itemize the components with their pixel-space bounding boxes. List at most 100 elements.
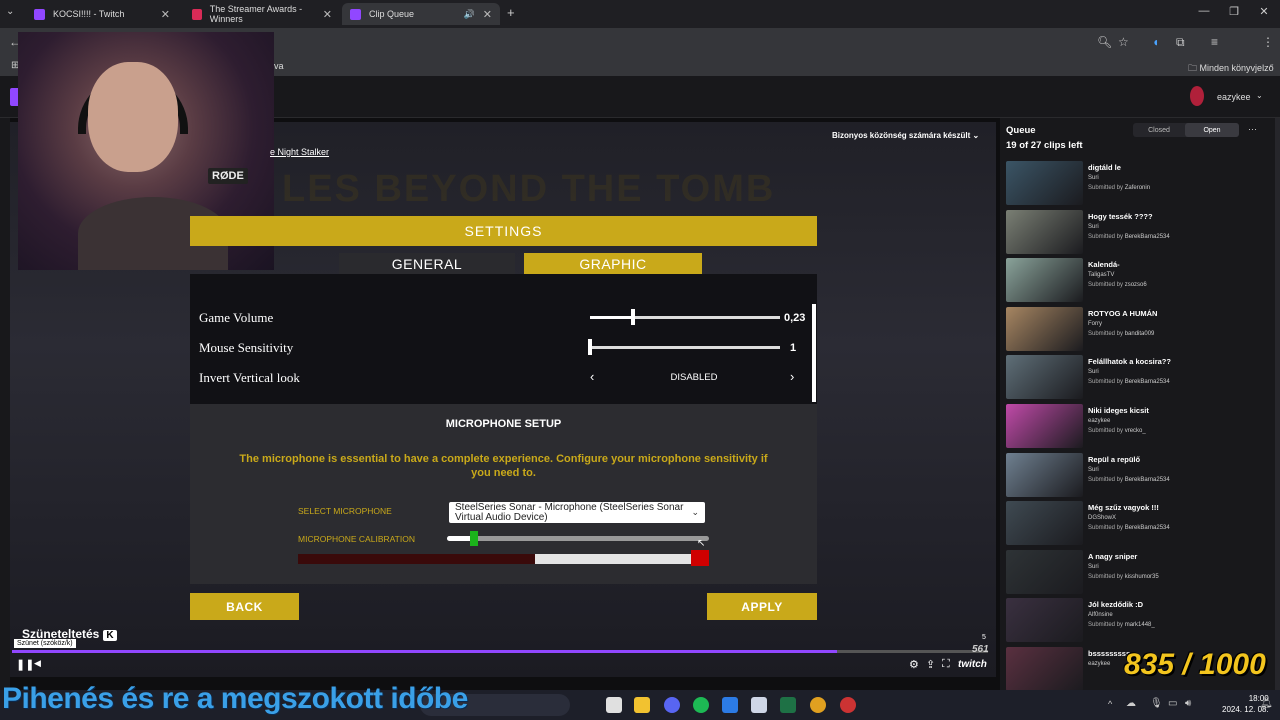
clip-thumbnail[interactable] — [1006, 210, 1083, 254]
queue-item[interactable]: Még szűz vagyok !!! DGShowX Submitted by B… — [1006, 501, 1274, 546]
clip-thumbnail[interactable] — [1006, 355, 1083, 399]
mic-calibration-slider[interactable] — [447, 536, 709, 541]
queue-item[interactable]: A nagy sniper Suri Submitted by kisshumor3… — [1006, 550, 1274, 595]
app-icon[interactable] — [722, 697, 738, 713]
clip-author: TaligasTV — [1088, 272, 1115, 278]
chevron-left-icon[interactable]: ‹ — [590, 369, 594, 384]
chevron-right-icon[interactable]: › — [790, 369, 794, 384]
discord-icon[interactable] — [664, 697, 680, 713]
speaker-icon[interactable]: 🔊 — [464, 9, 475, 20]
mic-calibration-knob[interactable] — [470, 531, 478, 546]
star-icon[interactable]: ☆ — [1118, 35, 1129, 49]
fullscreen-icon[interactable]: ⛶ — [942, 658, 950, 671]
video-title-link[interactable]: e Night Stalker — [270, 147, 329, 157]
clip-submitter: Submitted by Zaferonin — [1088, 185, 1150, 191]
apply-button[interactable]: APPLY — [707, 593, 817, 620]
game-volume-knob[interactable] — [631, 309, 635, 325]
bookmark-item[interactable]: va — [274, 61, 284, 71]
extensions-puzzle-icon[interactable]: ⧉ — [1176, 35, 1185, 50]
audience-text: Bizonyos közönség számára készült — [832, 131, 971, 140]
share-icon[interactable]: ⇪ — [926, 658, 935, 671]
clip-submitter: Submitted by BerekBarna2534 — [1088, 477, 1170, 483]
queue-open-button[interactable]: Open — [1185, 123, 1239, 137]
pause-icon[interactable]: ❚❚ — [16, 658, 34, 671]
queue-item[interactable]: digtáld le Suri Submitted by Zaferonin — [1006, 161, 1274, 206]
speaker-icon[interactable]: 🔊︎ — [1185, 698, 1191, 709]
media-icon[interactable]: ≡ — [1211, 35, 1218, 49]
clips-left: 19 of 27 clips left — [1006, 140, 1083, 151]
app-icon-2[interactable] — [751, 697, 767, 713]
tab-kocsi[interactable]: KOCSI!!!! - Twitch ✕ — [26, 3, 178, 25]
minimize-icon[interactable]: — — [1194, 5, 1214, 17]
queue-item[interactable]: Hogy tessék ???? Suri Submitted by BerekBa… — [1006, 210, 1274, 255]
submitted-by-label: Submitted by — [1088, 525, 1124, 531]
clip-thumbnail[interactable] — [1006, 404, 1083, 448]
submitter-name: zsozso6 — [1124, 282, 1147, 288]
queue-closed-button[interactable]: Closed — [1133, 123, 1185, 137]
clip-submitter: Submitted by BerekBarna2534 — [1088, 234, 1170, 240]
queue-item[interactable]: Felállhatok a kocsira?? Suri Submitted by … — [1006, 355, 1274, 400]
extension-icon[interactable]: ◖ — [1152, 35, 1159, 49]
chevron-down-icon[interactable]: ⌄ — [1256, 91, 1263, 100]
notification-icon[interactable]: 🔔︎ — [1260, 698, 1273, 709]
close-tab-icon[interactable]: ✕ — [483, 8, 492, 21]
clip-author: DGShowX — [1088, 515, 1117, 521]
settings-gear-icon[interactable]: ⚙ — [909, 658, 919, 671]
excel-icon[interactable] — [780, 697, 796, 713]
queue-item[interactable]: Kalendá- TaligasTV Submitted by zsozso6 — [1006, 258, 1274, 303]
onedrive-icon[interactable]: ☁ — [1126, 698, 1136, 709]
clip-thumbnail[interactable] — [1006, 453, 1083, 497]
volume-icon[interactable]: ◀ — [34, 658, 41, 669]
close-tab-icon[interactable]: ✕ — [323, 8, 332, 21]
bookmarks-folder-label: Minden könyvjelző — [1199, 63, 1274, 73]
menu-kebab-icon[interactable]: ⋮ — [1262, 35, 1274, 49]
clip-thumbnail[interactable] — [1006, 598, 1083, 642]
task-view-icon[interactable] — [606, 697, 622, 713]
settings-header: SETTINGS — [190, 216, 817, 246]
tab-streamer-awards[interactable]: The Streamer Awards - Winners ✕ — [184, 3, 340, 25]
close-window-icon[interactable]: ✕ — [1254, 5, 1274, 18]
close-tab-icon[interactable]: ✕ — [161, 8, 170, 21]
viewer-count: 561 — [972, 644, 989, 655]
submitted-by-label: Submitted by — [1088, 379, 1124, 385]
more-icon[interactable]: ⋯ — [1248, 124, 1257, 135]
tab-clip-queue[interactable]: Clip Queue 🔊 ✕ — [342, 3, 500, 25]
file-explorer-icon[interactable] — [634, 697, 650, 713]
zoom-icon[interactable]: 🔍︎ — [1097, 35, 1112, 49]
restore-icon[interactable]: ❐ — [1224, 5, 1244, 18]
clip-thumbnail[interactable] — [1006, 647, 1083, 691]
clip-thumbnail[interactable] — [1006, 161, 1083, 205]
tab-title: Clip Queue — [369, 9, 415, 19]
new-tab-icon[interactable]: + — [507, 5, 515, 20]
clip-submitter: Submitted by zsozso6 — [1088, 282, 1147, 288]
queue-item[interactable]: Repül a repülő Suri Submitted by BerekBarn… — [1006, 453, 1274, 498]
clip-thumbnail[interactable] — [1006, 550, 1083, 594]
queue-item[interactable]: ROTYOG A HUMÁN Forry Submitted by bandita0… — [1006, 307, 1274, 352]
tab-search-icon[interactable]: ⌄ — [6, 6, 14, 17]
queue-scrollbar[interactable] — [1275, 118, 1280, 690]
back-button[interactable]: BACK — [190, 593, 299, 620]
network-icon[interactable]: ▭ — [1168, 698, 1177, 709]
tab-general[interactable]: GENERAL — [339, 253, 515, 274]
queue-item[interactable]: Jól kezdődik :D Alf0nsine Submitted by mar… — [1006, 598, 1274, 643]
pause-tooltip: Szünet (szóköz/k) — [14, 639, 76, 648]
mouse-sensitivity-knob[interactable] — [588, 339, 592, 355]
microphone-select[interactable]: SteelSeries Sonar - Microphone (SteelSer… — [449, 502, 705, 523]
tab-graphic[interactable]: GRAPHIC — [524, 253, 702, 274]
settings-scrollbar[interactable] — [812, 304, 816, 402]
spotify-icon[interactable] — [693, 697, 709, 713]
queue-item[interactable]: Niki ideges kicsit eazykee Submitted by vr… — [1006, 404, 1274, 449]
clip-thumbnail[interactable] — [1006, 501, 1083, 545]
user-avatar[interactable] — [1190, 86, 1204, 106]
chrome-icon[interactable] — [810, 697, 826, 713]
mic-setup-description: The microphone is essential to have a co… — [239, 453, 768, 479]
microphone-icon[interactable]: 🎙︎ — [1150, 698, 1163, 709]
clip-thumbnail[interactable] — [1006, 307, 1083, 351]
clip-thumbnail[interactable] — [1006, 258, 1083, 302]
audience-label[interactable]: Bizonyos közönség számára készült ⌄ — [832, 131, 979, 140]
mouse-sensitivity-slider[interactable] — [590, 346, 780, 349]
tray-chevron-icon[interactable]: ^ — [1108, 699, 1112, 709]
app-icon-3[interactable] — [840, 697, 856, 713]
username[interactable]: eazykee — [1217, 92, 1251, 102]
bookmarks-folder[interactable]: 🗀 Minden könyvjelző — [1188, 61, 1274, 77]
